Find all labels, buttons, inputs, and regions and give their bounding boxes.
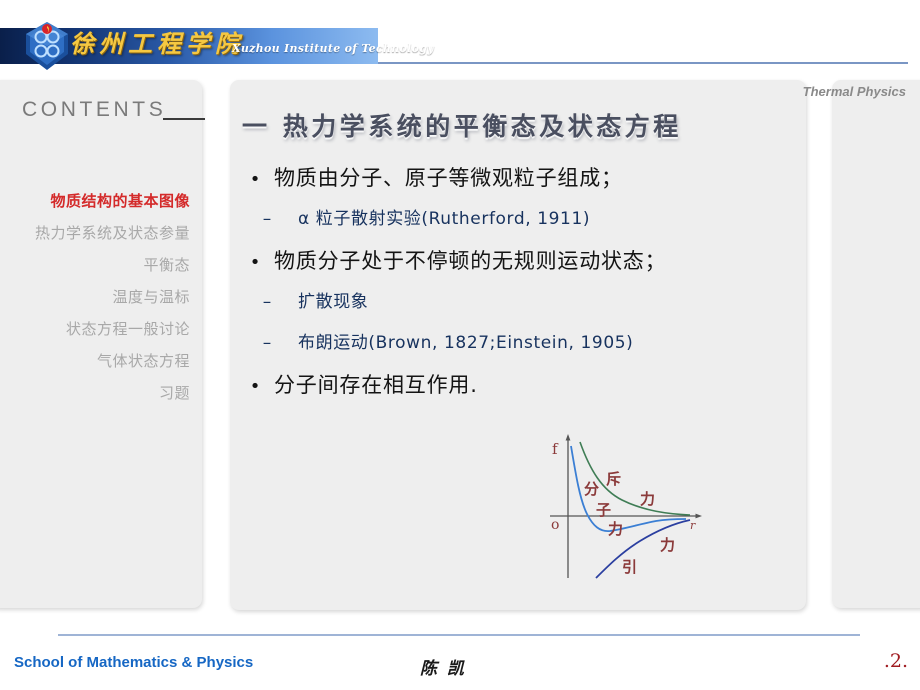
sub-bullet-text: α 粒子散射实验(Rutherford, 1911) <box>298 209 591 229</box>
sub-bullet-text: 布朗运动(Brown, 1827;Einstein, 1905) <box>298 333 634 353</box>
sidebar-item-gas-state-equation[interactable]: 气体状态方程 <box>0 345 190 377</box>
bullet-item: • 分子间存在相互作用. <box>236 369 796 399</box>
page-number: .2. <box>883 650 908 672</box>
x-axis-label: r <box>690 519 696 532</box>
bullet-marker: • <box>249 252 261 273</box>
footer-divider-rule <box>58 634 860 636</box>
slide-title: 一 热力学系统的平衡态及状态方程 <box>242 112 682 141</box>
sub-bullet-item: – 扩散现象 <box>236 287 796 312</box>
footer-author-name: 陈 凯 <box>420 659 466 679</box>
header-divider-rule <box>378 62 908 64</box>
sidebar-nav-list: 物质结构的基本图像 热力学系统及状态参量 平衡态 温度与温标 状态方程一般讨论 … <box>0 185 202 409</box>
bullet-marker: • <box>249 376 261 397</box>
label-attractive-char-2: 力 <box>660 536 675 554</box>
sidebar-item-material-structure[interactable]: 物质结构的基本图像 <box>0 185 190 217</box>
bullet-marker: • <box>249 169 261 190</box>
label-molecular-char-2: 子 <box>596 501 611 519</box>
sub-bullet-text: 扩散现象 <box>298 292 369 312</box>
sub-bullet-marker: – <box>262 292 272 312</box>
y-axis-label: f <box>552 440 559 458</box>
bullet-text: 物质分子处于不停顿的无规则运动状态； <box>274 249 667 273</box>
sidebar-item-temperature-scale[interactable]: 温度与温标 <box>0 281 190 313</box>
university-name-cn: 徐州工程学院 <box>70 29 244 58</box>
sub-bullet-marker: – <box>262 209 272 229</box>
bullet-item: • 物质由分子、原子等微观粒子组成； <box>236 162 796 192</box>
label-repulsive-char-2: 力 <box>640 490 655 508</box>
slide-body: 一 热力学系统的平衡态及状态方程 • 物质由分子、原子等微观粒子组成； – α … <box>230 80 806 610</box>
origin-label: o <box>551 517 559 533</box>
label-molecular-char-1: 分 <box>584 480 599 498</box>
sidebar-item-equilibrium[interactable]: 平衡态 <box>0 249 190 281</box>
sub-bullet-marker: – <box>262 333 272 353</box>
bullet-list: • 物质由分子、原子等微观粒子组成； – α 粒子散射实验(Rutherford… <box>236 162 796 406</box>
right-side-panel <box>832 80 920 608</box>
label-repulsive-char-1: 斥 <box>606 470 621 488</box>
contents-heading: CONTENTS <box>22 98 167 121</box>
label-molecular-char-3: 力 <box>608 520 623 538</box>
university-emblem-icon <box>24 20 70 72</box>
bullet-text: 物质由分子、原子等微观粒子组成； <box>274 166 623 190</box>
sidebar-item-state-equation-general[interactable]: 状态方程一般讨论 <box>0 313 190 345</box>
course-tag: Thermal Physics <box>802 84 906 99</box>
footer-school-name: School of Mathematics & Physics <box>14 654 254 671</box>
sidebar-item-exercises[interactable]: 习题 <box>0 377 190 409</box>
bullet-text: 分子间存在相互作用. <box>274 373 478 397</box>
university-name-en: Xuzhou Institute of Technology <box>232 42 434 55</box>
label-attractive-char-1: 引 <box>622 558 637 576</box>
sub-bullet-item: – α 粒子散射实验(Rutherford, 1911) <box>236 204 796 229</box>
contents-heading-rule <box>163 118 205 120</box>
bullet-item: • 物质分子处于不停顿的无规则运动状态； <box>236 245 796 275</box>
sub-bullet-item: – 布朗运动(Brown, 1827;Einstein, 1905) <box>236 328 796 353</box>
molecular-force-diagram: f o r 斥 力 分 子 力 力 引 <box>540 432 710 584</box>
sidebar-item-thermo-system[interactable]: 热力学系统及状态参量 <box>0 217 190 249</box>
